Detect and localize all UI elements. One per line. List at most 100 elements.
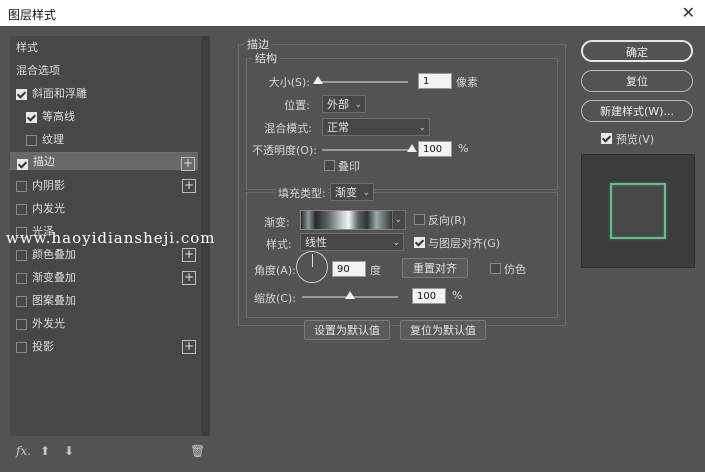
title-bar: 图层样式 ✕ [0,0,705,26]
watermark-text: www.haoyidiansheji.com [6,229,216,247]
add-effect-icon[interactable]: + [182,248,196,262]
style-preview [581,154,695,268]
dither-label: 仿色 [504,263,526,276]
opacity-label: 不透明度(O): [252,144,317,157]
opacity-slider-thumb[interactable] [407,144,417,152]
size-input[interactable]: 1 [418,73,452,89]
fill-type-label: 填充类型: [276,185,328,201]
style-item-checkbox[interactable] [16,181,27,192]
gradient-dropdown[interactable]: ⌄ [392,210,406,230]
style-item[interactable]: 内发光 [10,198,198,220]
style-item-label: 混合选项 [16,64,60,77]
style-item[interactable]: 等高线 [10,106,198,128]
style-item-checkbox[interactable] [16,89,27,100]
style-item[interactable]: 图案叠加 [10,290,198,312]
style-item-label: 投影 [32,340,54,353]
style-item-checkbox[interactable] [16,273,27,284]
style-item-checkbox[interactable] [16,319,27,330]
style-item-label: 颜色叠加 [32,248,76,261]
style-label: 样式: [266,238,292,251]
preview-square [610,183,666,239]
gradient-style-select[interactable]: 线性 ⌄ [300,233,404,251]
style-item-label: 渐变叠加 [32,271,76,284]
opacity-input[interactable]: 100 [418,141,452,157]
new-style-button[interactable]: 新建样式(W)... [581,100,693,122]
style-item[interactable]: 内阴影 + [10,175,198,197]
scale-slider-thumb[interactable] [345,291,355,299]
move-up-icon[interactable]: ⬆ [40,444,50,458]
style-item-label: 内阴影 [32,179,65,192]
ok-button[interactable]: 确定 [581,40,693,62]
style-item[interactable]: 外发光 [10,313,198,335]
move-down-icon[interactable]: ⬇ [64,444,74,458]
blend-mode-select[interactable]: 正常 ⌄ [322,118,430,136]
opacity-unit: % [458,142,469,155]
align-with-layer-checkbox[interactable] [414,237,425,248]
close-icon[interactable]: ✕ [682,3,695,22]
style-item-label: 外发光 [32,317,65,330]
style-item-label: 等高线 [42,110,75,123]
preview-checkbox[interactable] [601,133,612,144]
style-item-checkbox[interactable] [16,342,27,353]
size-slider-thumb[interactable] [313,76,323,84]
position-value: 外部 [327,98,349,111]
reset-align-button[interactable]: 重置对齐 [402,258,468,278]
opacity-slider-track[interactable] [322,149,412,151]
style-item[interactable]: 渐变叠加 + [10,267,198,289]
structure-title: 结构 [252,50,280,66]
style-item-checkbox[interactable] [16,204,27,215]
gradient-label: 渐变: [264,216,290,229]
set-default-button[interactable]: 设置为默认值 [304,320,390,340]
dither-checkbox[interactable] [490,263,501,274]
gradient-style-value: 线性 [305,236,327,249]
window-title: 图层样式 [8,8,57,22]
add-effect-icon[interactable]: + [182,340,196,354]
size-slider-track[interactable] [318,81,408,83]
fill-type-select[interactable]: 渐变 ⌄ [330,183,374,201]
style-item-checkbox[interactable] [26,112,37,123]
position-select[interactable]: 外部 ⌄ [322,95,366,113]
size-unit: 像素 [456,76,478,89]
style-item-label: 纹理 [42,133,64,146]
style-item[interactable]: 颜色叠加 + [10,244,198,266]
align-with-layer-label: 与图层对齐(G) [428,237,501,250]
angle-dial[interactable] [296,251,328,283]
style-item[interactable]: 样式 [10,37,198,59]
scale-unit: % [452,289,463,302]
style-item[interactable]: 纹理 [10,129,198,151]
style-item-checkbox[interactable] [16,296,27,307]
reset-button[interactable]: 复位 [581,70,693,92]
stroke-settings: 描边 结构 大小(S): 1 像素 位置: 外部 ⌄ 混合模式: 正常 ⌄ 不透明度… [238,36,566,466]
add-effect-icon[interactable]: + [182,179,196,193]
layer-style-dialog: 样式 混合选项 斜面和浮雕 等高线 纹理 描边 + 内阴影 + 内发光 光泽 颜色叠加 + 渐变叠加 + 图案… [0,26,705,472]
style-item-checkbox[interactable] [16,250,27,261]
trash-icon[interactable]: 🗑 [190,444,205,458]
scale-label: 缩放(C): [254,292,296,305]
add-effect-icon[interactable]: + [181,157,195,171]
angle-unit: 度 [370,264,381,277]
gradient-swatch[interactable] [300,210,394,230]
style-item-checkbox[interactable] [26,135,37,146]
style-item[interactable]: 投影 + [10,336,198,358]
style-item-checkbox[interactable] [17,159,28,170]
style-item[interactable]: 混合选项 [10,60,198,82]
style-item-label: 内发光 [32,202,65,215]
reset-default-button[interactable]: 复位为默认值 [400,320,486,340]
styles-bottom-bar: fx. ⬆ ⬇ 🗑 [10,444,210,464]
angle-input[interactable]: 90 [332,261,366,277]
add-effect-icon[interactable]: + [182,271,196,285]
blend-mode-value: 正常 [327,121,349,134]
overprint-label: 叠印 [338,160,360,173]
scale-input[interactable]: 100 [412,288,446,304]
reverse-checkbox[interactable] [414,214,425,225]
overprint-checkbox[interactable] [324,160,335,171]
chevron-down-icon: ⌄ [354,100,362,110]
fx-icon[interactable]: fx. [16,444,31,458]
style-item[interactable]: 斜面和浮雕 [10,83,198,105]
style-item-label: 描边 [33,155,55,168]
reverse-label: 反向(R) [428,214,467,227]
chevron-down-icon: ⌄ [392,238,400,248]
chevron-down-icon: ⌄ [394,215,402,225]
style-item[interactable]: 描边 + [10,152,198,171]
style-item-label: 样式 [16,41,38,54]
